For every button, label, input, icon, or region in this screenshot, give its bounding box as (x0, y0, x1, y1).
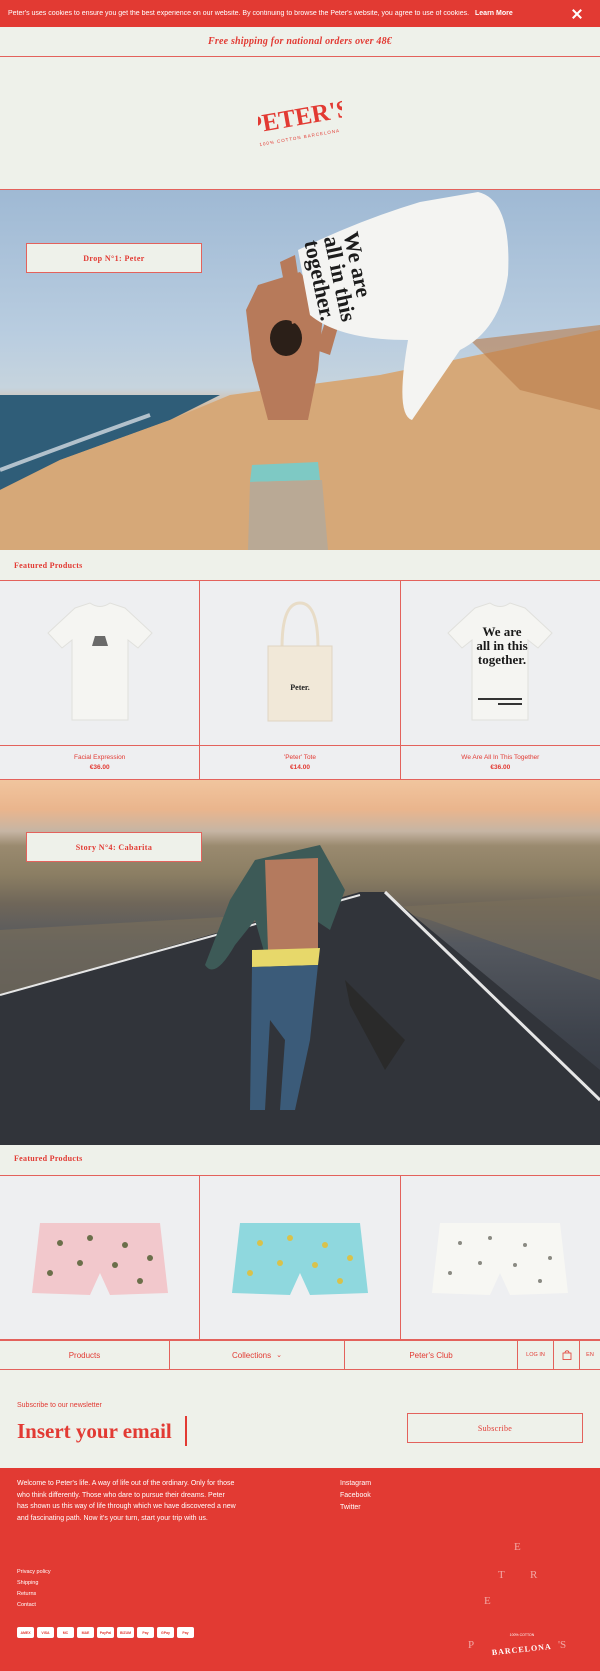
peters-logo[interactable]: PETER'S 100% COTTON BARCELONA (258, 95, 342, 151)
payment-methods: AMEX VISA MC MAE PayPal BIZUM Pay GPay P… (17, 1627, 194, 1638)
product-name: 'Peter' Tote (283, 754, 316, 761)
hero-drop-image[interactable]: We are all in this together. Drop N°1: P… (0, 190, 600, 550)
instagram-link[interactable]: Instagram (340, 1478, 371, 1490)
product-info[interactable]: 'Peter' Tote €14.00 (200, 745, 400, 779)
cookie-banner: Peter's uses cookies to ensure you get t… (0, 0, 600, 27)
footer: Welcome to Peter's life. A way of life o… (0, 1468, 600, 1671)
twitter-link[interactable]: Twitter (340, 1502, 371, 1514)
story-tag[interactable]: Story N°4: Cabarita (26, 832, 202, 862)
badge-letter: E (514, 1541, 521, 1553)
footer-about: Welcome to Peter's life. A way of life o… (17, 1480, 236, 1522)
bottom-nav: Products Collections ⌄ Peter's Club LOG … (0, 1340, 600, 1370)
product-card[interactable]: Facial Expression €36.00 (0, 581, 201, 779)
privacy-policy-link[interactable]: Privacy policy (17, 1567, 51, 1578)
nav-products[interactable]: Products (0, 1341, 170, 1369)
badge-letter: T (498, 1569, 505, 1581)
featured-products-title: Featured Products (14, 561, 83, 570)
cookie-text: Peter's uses cookies to ensure you get t… (8, 10, 470, 17)
product-card[interactable] (0, 1176, 201, 1339)
product-image[interactable] (401, 1176, 600, 1339)
product-info[interactable]: Facial Expression €36.00 (0, 745, 200, 779)
subscribe-button[interactable]: Subscribe (407, 1413, 583, 1443)
visa-icon: VISA (37, 1627, 54, 1638)
language-selector[interactable]: EN (580, 1341, 600, 1369)
product-image[interactable] (0, 1176, 199, 1339)
tote-print: Peter. (290, 683, 309, 692)
product-card[interactable]: We are all in this together. We Are All … (400, 581, 600, 779)
product-card[interactable]: Peter. 'Peter' Tote €14.00 (200, 581, 401, 779)
amex-icon: AMEX (17, 1627, 34, 1638)
mastercard-icon: MC (57, 1627, 74, 1638)
bizum-icon: BIZUM (117, 1627, 134, 1638)
product-name: We Are All In This Together (461, 754, 540, 761)
nav-collections-label: Collections (231, 1350, 272, 1360)
close-icon[interactable] (570, 7, 584, 21)
newsletter-label: Subscribe to our newsletter (17, 1402, 102, 1409)
tee-print-line: We are (483, 624, 522, 639)
newsletter-section: Subscribe to our newsletter Insert your … (0, 1370, 600, 1468)
logo-area: PETER'S 100% COTTON BARCELONA (0, 57, 600, 190)
product-info[interactable]: We Are All In This Together €36.00 (400, 745, 600, 779)
product-image[interactable] (200, 1176, 399, 1339)
badge-sub: 100% COTTON (510, 1633, 535, 1637)
social-links: Instagram Facebook Twitter (340, 1478, 371, 1514)
badge-letter: R (530, 1569, 538, 1581)
product-price: €36.00 (490, 764, 511, 771)
tee-print-line: together. (478, 652, 526, 667)
cart-button[interactable] (554, 1341, 580, 1369)
contact-link[interactable]: Contact (17, 1600, 51, 1611)
nav-peters-club[interactable]: Peter's Club (345, 1341, 518, 1369)
product-image[interactable]: We are all in this together. (401, 581, 600, 745)
apple-pay-icon: Pay (137, 1627, 154, 1638)
samsung-pay-icon: Pay (177, 1627, 194, 1638)
maestro-icon: MAE (77, 1627, 94, 1638)
product-card[interactable] (401, 1176, 600, 1339)
featured-products-title: Featured Products (14, 1154, 83, 1163)
nav-login[interactable]: LOG IN (518, 1341, 554, 1369)
facebook-link[interactable]: Facebook (340, 1490, 371, 1502)
badge-letter: P (468, 1639, 474, 1651)
returns-link[interactable]: Returns (17, 1589, 51, 1600)
hero-story-image[interactable]: Story N°4: Cabarita (0, 780, 600, 1145)
featured-products-row (0, 1175, 600, 1340)
badge-city: BARCELONA (491, 1642, 552, 1657)
bag-icon (562, 1350, 571, 1360)
peters-badge: P E T E R 'S 100% COTTON BARCELONA (468, 1541, 566, 1657)
shipping-banner: Free shipping for national orders over 4… (0, 27, 600, 57)
product-name: Facial Expression (74, 754, 126, 761)
product-card[interactable] (200, 1176, 401, 1339)
footer-links: Privacy policy Shipping Returns Contact (17, 1567, 51, 1611)
email-field[interactable]: Insert your email (17, 1416, 187, 1446)
product-price: €14.00 (290, 764, 310, 771)
badge-letter: E (484, 1595, 491, 1607)
product-image[interactable] (0, 581, 199, 745)
featured-products-row: Facial Expression €36.00 Peter. 'Peter' … (0, 580, 600, 780)
learn-more-link[interactable]: Learn More (475, 10, 513, 17)
product-price: €36.00 (89, 764, 110, 771)
badge-letter: 'S (558, 1639, 566, 1651)
paypal-icon: PayPal (97, 1627, 114, 1638)
product-image[interactable]: Peter. (200, 581, 399, 745)
shipping-link[interactable]: Shipping (17, 1578, 51, 1589)
tee-print-line: all in this (477, 638, 528, 653)
nav-collections[interactable]: Collections ⌄ (170, 1341, 345, 1369)
drop-tag[interactable]: Drop N°1: Peter (26, 243, 202, 273)
google-pay-icon: GPay (157, 1627, 174, 1638)
chevron-down-icon: ⌄ (276, 1352, 282, 1359)
